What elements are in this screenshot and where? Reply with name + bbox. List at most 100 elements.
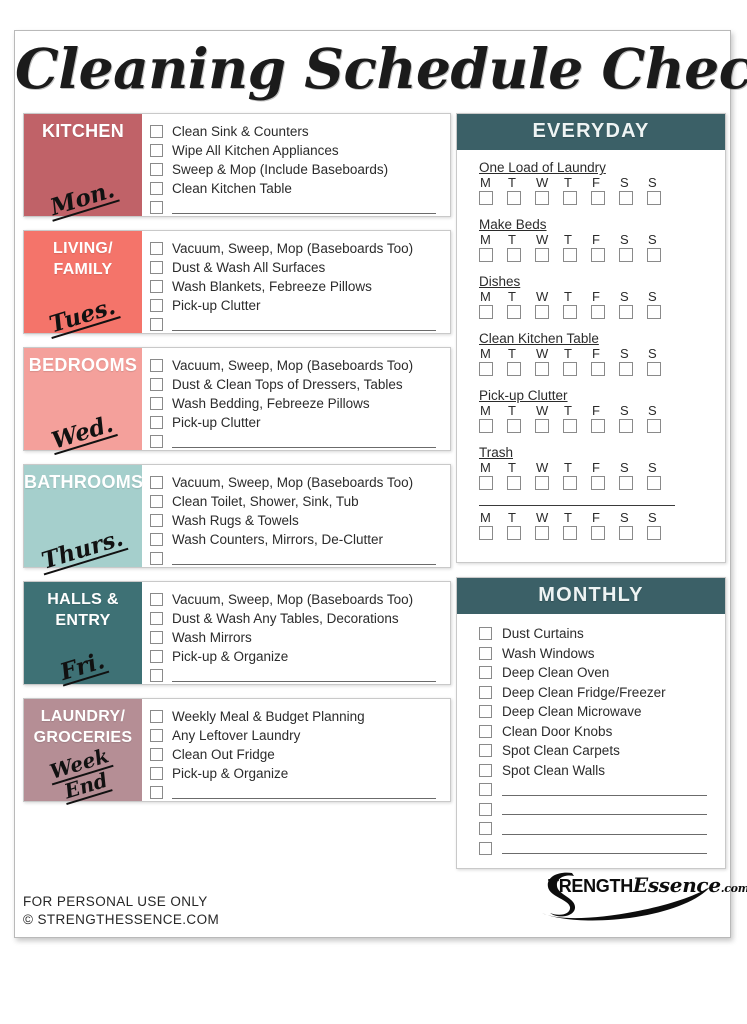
task-checkbox[interactable] [150,280,163,293]
day-checkbox[interactable] [507,419,521,433]
task-checkbox[interactable] [150,650,163,663]
task-checkbox[interactable] [150,144,163,157]
task-checkbox[interactable] [150,476,163,489]
task-checkbox[interactable] [150,514,163,527]
task-checkbox[interactable] [150,767,163,780]
day-checkbox[interactable] [535,305,549,319]
day-checkbox[interactable] [591,526,605,540]
day-checkbox[interactable] [619,191,633,205]
task-checkbox[interactable] [150,201,163,214]
task-checkbox[interactable] [150,786,163,799]
task-checkbox[interactable] [150,318,163,331]
day-checkbox[interactable] [619,526,633,540]
monthly-checkbox[interactable] [479,841,492,855]
monthly-checkbox[interactable] [479,783,492,797]
day-checkbox[interactable] [507,476,521,490]
task-checkbox[interactable] [150,125,163,138]
day-checkbox[interactable] [563,248,577,262]
write-in-line[interactable] [172,201,436,214]
day-checkbox[interactable] [535,191,549,205]
day-checkbox[interactable] [535,476,549,490]
write-in-line[interactable] [172,786,436,799]
task-checkbox[interactable] [150,669,163,682]
monthly-checkbox[interactable] [479,627,492,641]
day-checkbox[interactable] [591,305,605,319]
day-checkbox[interactable] [535,248,549,262]
monthly-checkbox[interactable] [479,685,492,699]
day-checkbox[interactable] [479,526,493,540]
day-checkbox[interactable] [591,362,605,376]
day-checkbox[interactable] [591,419,605,433]
task-checkbox[interactable] [150,593,163,606]
task-checkbox[interactable] [150,416,163,429]
day-checkbox[interactable] [619,362,633,376]
day-checkbox[interactable] [647,526,661,540]
monthly-checkbox[interactable] [479,744,492,758]
task-checkbox[interactable] [150,163,163,176]
day-checkbox[interactable] [479,305,493,319]
day-checkbox[interactable] [647,191,661,205]
task-checkbox[interactable] [150,612,163,625]
task-checkbox[interactable] [150,631,163,644]
task-checkbox[interactable] [150,729,163,742]
day-checkbox[interactable] [591,476,605,490]
day-checkbox[interactable] [647,476,661,490]
task-checkbox[interactable] [150,533,163,546]
task-checkbox[interactable] [150,495,163,508]
monthly-checkbox[interactable] [479,802,492,816]
day-checkbox[interactable] [647,362,661,376]
task-checkbox[interactable] [150,299,163,312]
day-checkbox[interactable] [619,419,633,433]
task-checkbox[interactable] [150,242,163,255]
task-checkbox[interactable] [150,710,163,723]
task-checkbox[interactable] [150,378,163,391]
day-checkbox[interactable] [507,305,521,319]
day-checkbox[interactable] [535,526,549,540]
write-in-line[interactable] [502,784,707,796]
write-in-line[interactable] [172,669,436,682]
task-checkbox[interactable] [150,435,163,448]
day-checkbox[interactable] [563,362,577,376]
day-checkbox[interactable] [563,476,577,490]
task-checkbox[interactable] [150,397,163,410]
write-in-line[interactable] [479,504,675,506]
write-in-line[interactable] [502,803,707,816]
day-checkbox[interactable] [507,191,521,205]
day-checkbox[interactable] [507,362,521,376]
task-checkbox[interactable] [150,748,163,761]
day-checkbox[interactable] [507,526,521,540]
day-checkbox[interactable] [647,305,661,319]
day-checkbox[interactable] [647,419,661,433]
day-checkbox[interactable] [479,476,493,490]
day-checkbox[interactable] [479,248,493,262]
day-checkbox[interactable] [479,419,493,433]
write-in-line[interactable] [172,552,436,565]
day-checkbox[interactable] [619,305,633,319]
task-checkbox[interactable] [150,261,163,274]
day-checkbox[interactable] [479,191,493,205]
day-checkbox[interactable] [535,419,549,433]
day-checkbox[interactable] [619,476,633,490]
task-checkbox[interactable] [150,552,163,565]
day-checkbox[interactable] [563,526,577,540]
day-checkbox[interactable] [591,191,605,205]
task-checkbox[interactable] [150,182,163,195]
write-in-line[interactable] [502,823,707,835]
monthly-checkbox[interactable] [479,705,492,719]
monthly-checkbox[interactable] [479,822,492,836]
day-checkbox[interactable] [563,419,577,433]
monthly-checkbox[interactable] [479,724,492,738]
day-checkbox[interactable] [591,248,605,262]
write-in-line[interactable] [172,318,436,331]
write-in-line[interactable] [502,842,707,855]
day-checkbox[interactable] [479,362,493,376]
day-checkbox[interactable] [619,248,633,262]
monthly-checkbox[interactable] [479,763,492,777]
day-checkbox[interactable] [647,248,661,262]
task-checkbox[interactable] [150,359,163,372]
day-checkbox[interactable] [563,191,577,205]
day-checkbox[interactable] [535,362,549,376]
monthly-checkbox[interactable] [479,646,492,660]
monthly-checkbox[interactable] [479,666,492,680]
day-checkbox[interactable] [507,248,521,262]
